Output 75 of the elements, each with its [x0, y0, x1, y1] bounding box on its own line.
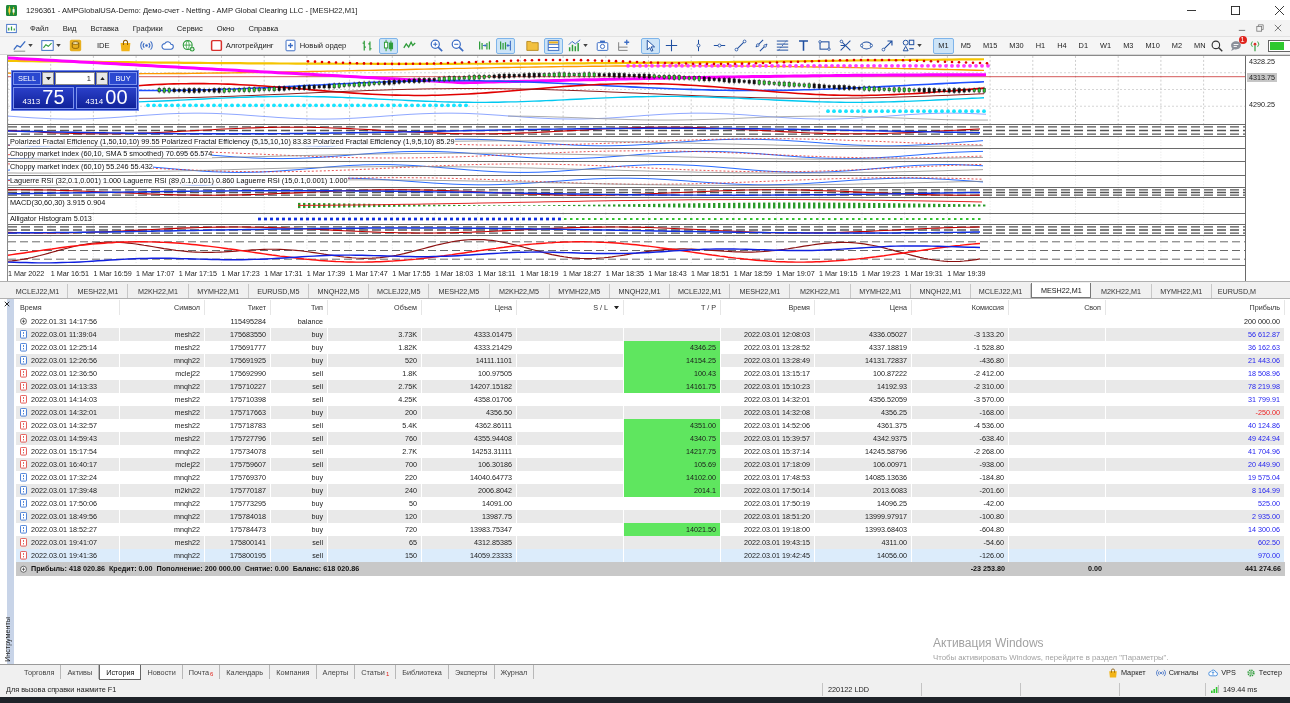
zoom-out-icon	[451, 39, 465, 52]
document-icon	[20, 330, 27, 339]
close-icon[interactable]	[4, 301, 10, 307]
shapes-icon	[902, 39, 916, 52]
fibonacci-lines-icon	[776, 39, 790, 52]
panels-icon	[547, 39, 561, 52]
document-icon	[20, 447, 27, 456]
ellipse-icon	[860, 39, 874, 52]
document-icon	[20, 434, 27, 443]
chart-window-icon	[41, 39, 54, 52]
arrow-icon	[881, 39, 895, 52]
signal-bars-icon	[1211, 685, 1219, 693]
document-icon	[20, 356, 27, 365]
plus-circle-icon	[20, 564, 27, 574]
document-icon	[20, 343, 27, 352]
document-icon	[20, 551, 27, 560]
cloud-icon	[160, 39, 174, 52]
bar-chart-icon	[361, 39, 375, 52]
candlestick-logo-icon	[6, 4, 17, 16]
caret-icon	[583, 44, 589, 47]
indicator-icon	[568, 39, 582, 52]
crossed-lines-icon	[839, 39, 853, 52]
chart-window-icon[interactable]	[6, 22, 17, 34]
document-icon	[20, 408, 27, 417]
coins-icon	[69, 39, 82, 52]
document-icon	[20, 525, 27, 534]
plus-grid-icon	[617, 39, 631, 52]
document-icon	[20, 499, 27, 508]
stop-square-icon	[209, 39, 223, 52]
document-icon	[20, 512, 27, 521]
line-chart-icon	[13, 39, 26, 52]
caret-icon	[28, 44, 33, 47]
activation-notice-title: Активация Windows	[933, 637, 1045, 650]
plus-circle-icon	[20, 317, 27, 326]
toolbar-button[interactable]	[379, 37, 399, 54]
caret-icon	[917, 44, 923, 47]
shopping-bag-icon	[118, 39, 132, 52]
toolbar-button[interactable]	[544, 37, 564, 54]
autoscroll-icon	[499, 39, 513, 52]
chat-bubble-icon[interactable]	[1229, 39, 1242, 52]
document-icon	[20, 395, 27, 404]
maximize-icon[interactable]	[1231, 5, 1240, 15]
shopping-bag-icon	[1107, 667, 1118, 678]
globe-plus-icon	[181, 39, 195, 52]
document-icon	[20, 486, 27, 495]
document-icon	[20, 421, 27, 430]
candlestick-icon	[382, 39, 396, 52]
camera-icon	[596, 39, 610, 52]
document-icon	[20, 382, 27, 391]
document-icon	[20, 473, 27, 482]
trend-line-icon	[734, 39, 748, 52]
plus-document-icon	[283, 39, 297, 52]
antenna-icon[interactable]	[1248, 39, 1261, 52]
restore-icon[interactable]	[1256, 24, 1264, 32]
document-icon	[20, 538, 27, 547]
signal-icon	[139, 39, 153, 52]
signal-icon	[1155, 667, 1166, 678]
caret-icon	[614, 305, 619, 310]
cursor-icon	[644, 39, 658, 52]
toolbar-button[interactable]	[641, 37, 661, 54]
parallel-lines-icon	[755, 39, 769, 52]
chart-shift-icon	[478, 39, 492, 52]
rectangle-icon	[818, 39, 832, 52]
close-icon[interactable]	[1275, 5, 1284, 15]
cloud-upload-icon	[1208, 667, 1219, 678]
folder-icon	[526, 39, 540, 52]
toolbar-button[interactable]	[496, 37, 516, 54]
text-tool-icon	[797, 39, 811, 52]
document-icon	[20, 460, 27, 469]
crosshair-icon	[665, 39, 679, 52]
search-icon[interactable]	[1210, 39, 1223, 52]
document-icon	[20, 369, 27, 378]
caret-icon	[56, 44, 61, 47]
gear-icon	[1245, 667, 1256, 678]
zoom-in-icon	[430, 39, 444, 52]
